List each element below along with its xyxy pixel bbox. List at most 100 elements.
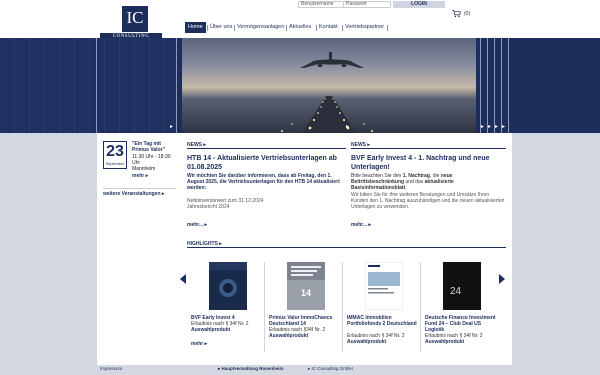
chevron-right-icon: ▸: [366, 142, 370, 148]
event-more-label: mehr: [132, 173, 145, 179]
event-title-line2[interactable]: Primus Valor": [132, 147, 165, 153]
nav-divider: [207, 25, 208, 31]
highlights-header: HIGHLIGHTS ▸: [187, 240, 506, 248]
product-card[interactable]: IMMAC Immobilien Portfoliofonds 2 Deutsc…: [347, 258, 421, 348]
chevron-right-icon: ▸: [144, 173, 149, 179]
hero-image: [182, 38, 476, 133]
chevron-right-icon: ▸: [203, 222, 208, 228]
news-body-text: und das: [404, 179, 425, 185]
airplane-runway-image: [281, 52, 373, 133]
banner-divider: [501, 38, 502, 133]
news-title[interactable]: BVF Early Invest 4 - 1. Nachtrag und neu…: [351, 155, 506, 172]
banner-divider: [487, 38, 488, 133]
banner-divider: [508, 38, 509, 133]
news-line: Jahresbericht 2024: [187, 204, 230, 210]
news-more-label: mehr...: [187, 222, 204, 228]
product-title[interactable]: Primus Valor ImmoChance Deutschland 14: [269, 315, 343, 327]
logo-letters: IC: [126, 8, 144, 27]
product-more-link[interactable]: mehr ▸: [191, 341, 207, 347]
product-divider: [342, 262, 343, 352]
news-more-link[interactable]: mehr... ▸: [187, 222, 207, 228]
news-more-link[interactable]: mehr... ▸: [351, 222, 371, 228]
nav-divider: [387, 25, 388, 31]
slide-arrow-icon[interactable]: ▸: [495, 124, 498, 130]
nav-partners[interactable]: Vertriebspartner: [345, 22, 384, 33]
news-body-secondary: Wir bitten Sie für Ihre weiteren Beratun…: [351, 192, 505, 210]
news-body: Bitte beachten Sie den 1. Nachtrag, die …: [351, 173, 506, 191]
footer-imprint-link[interactable]: Impressum: [100, 366, 122, 371]
nav-news[interactable]: Aktuelles: [289, 22, 311, 33]
product-title[interactable]: Deutsche Finance Investment Fund 24 – Cl…: [425, 315, 499, 333]
news-body: Wir möchten Sie darüber informieren, das…: [187, 173, 340, 191]
banner-divider: [494, 38, 495, 133]
product-cover-image: 14: [287, 262, 325, 310]
news-header-label: NEWS: [187, 142, 202, 148]
footer-office-link[interactable]: ▸ Hauptverwaltung Rosenheim: [218, 366, 284, 372]
logo[interactable]: IC CONSULTING: [100, 6, 162, 41]
product-card[interactable]: BVF Early Invest 4 Erlaubnis nach § 34f …: [191, 258, 265, 348]
nav-about[interactable]: Über uns: [210, 22, 232, 33]
news-more-label: mehr...: [351, 222, 368, 228]
nav-divider: [342, 25, 343, 31]
product-divider: [264, 262, 265, 352]
news-body-text: .: [405, 185, 407, 191]
chevron-right-icon: ▸: [217, 241, 222, 247]
product-card[interactable]: 24 Deutsche Finance Investment Fund 24 –…: [425, 258, 499, 348]
login-button[interactable]: LOGIN: [393, 1, 445, 8]
product-title[interactable]: IMMAC Immobilien Portfoliofonds 2 Deutsc…: [347, 315, 421, 327]
nav-contact[interactable]: Kontakt: [319, 22, 338, 33]
product-cover-image: 24: [443, 262, 481, 310]
nav-home[interactable]: Home: [185, 22, 206, 33]
slide-arrow-icon[interactable]: ▸: [170, 124, 173, 130]
password-field[interactable]: Passwort: [343, 1, 391, 8]
product-cover-image: [209, 262, 247, 310]
cart[interactable]: (0): [452, 9, 482, 19]
highlights-header-label: HIGHLIGHTS: [187, 241, 218, 247]
news-header: NEWS ▸: [351, 141, 506, 149]
product-tag: Auswahlprodukt: [269, 333, 309, 339]
slide-arrow-icon[interactable]: ▸: [488, 124, 491, 130]
nav-divider: [286, 25, 287, 31]
event-date-badge: 23 September: [103, 141, 127, 169]
product-card[interactable]: 14 Primus Valor ImmoChance Deutschland 1…: [269, 258, 343, 348]
event-more-link[interactable]: mehr ▸: [132, 173, 148, 179]
banner-divider: [480, 38, 481, 133]
product-more-label: mehr: [191, 341, 204, 347]
product-cover-number: 14: [301, 288, 311, 298]
slide-arrow-icon[interactable]: ▸: [502, 124, 505, 130]
more-events-link[interactable]: weitere Veranstaltungen ▸: [103, 188, 176, 197]
footer-company: ▸ IC Consulting GmbH: [308, 366, 353, 372]
cart-count: (0): [464, 11, 471, 17]
more-events-label: weitere Veranstaltungen: [103, 191, 161, 197]
product-tag: Auswahlprodukt: [191, 327, 231, 333]
product-tag: Auswahlprodukt: [347, 339, 387, 345]
event-day: 23: [106, 143, 124, 160]
banner-stripes: [0, 38, 176, 133]
logo-mark: IC: [122, 6, 148, 32]
news-header-label: NEWS: [351, 142, 366, 148]
nav-divider: [234, 25, 235, 31]
news-header: NEWS ▸: [187, 141, 346, 149]
product-cover-image: [365, 262, 403, 310]
slide-arrow-icon[interactable]: ▸: [346, 124, 349, 130]
product-divider: [420, 262, 421, 352]
footer: Impressum ▸ Hauptverwaltung Rosenheim ▸ …: [0, 365, 600, 375]
event-city: Mannheim: [132, 166, 156, 172]
chevron-right-icon: ▸: [367, 222, 372, 228]
product-tag: Auswahlprodukt: [425, 339, 465, 345]
nav-divider: [316, 25, 317, 31]
news-title[interactable]: HTB 14 - Aktualisierte Vertriebsunterlag…: [187, 155, 345, 172]
product-cover-number: 24: [450, 286, 462, 297]
username-field[interactable]: Benutzername: [298, 1, 348, 8]
carousel-prev-arrow-icon[interactable]: [180, 274, 186, 284]
nav-investments[interactable]: Vermögensanlagen: [237, 22, 284, 33]
event-month: September: [105, 162, 125, 166]
banner-divider: [96, 38, 97, 133]
chevron-right-icon: ▸: [202, 142, 206, 148]
banner-divider: [176, 38, 177, 133]
chevron-right-icon: ▸: [203, 341, 208, 347]
footer-office-label: Hauptverwaltung Rosenheim: [221, 366, 284, 371]
slide-arrow-icon[interactable]: ▸: [481, 124, 484, 130]
carousel-next-arrow-icon[interactable]: [499, 274, 505, 284]
chevron-right-icon: ▸: [160, 191, 165, 197]
